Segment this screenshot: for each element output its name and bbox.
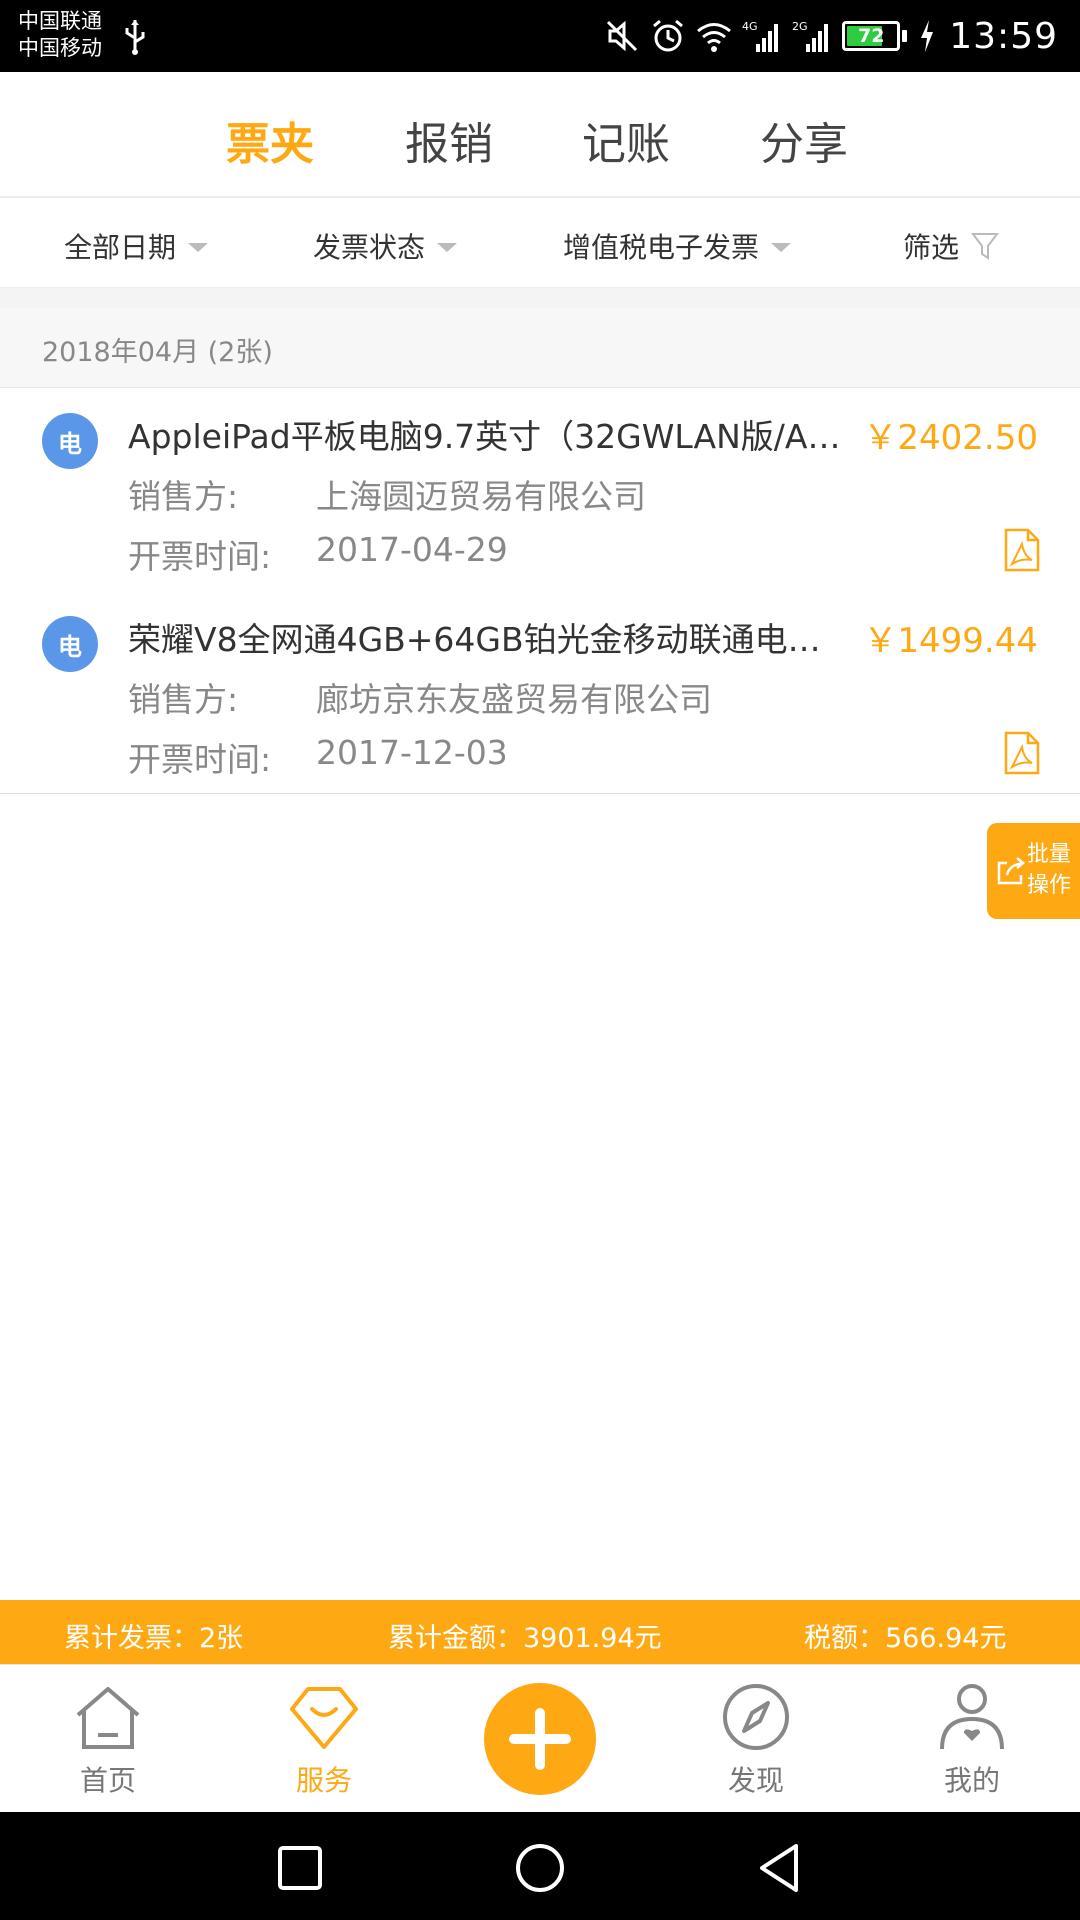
compass-icon xyxy=(723,1684,789,1750)
add-button[interactable] xyxy=(484,1683,596,1795)
seller-name: 上海圆迈贸易有限公司 xyxy=(316,477,646,516)
home-circle-icon[interactable] xyxy=(514,1842,566,1894)
tab-bookkeeping[interactable]: 记账 xyxy=(582,108,670,172)
back-icon[interactable] xyxy=(754,1842,806,1894)
invoice-item[interactable]: 电 荣耀V8全网通4GB+64GB铂光金移动联通电… ￥1499.44 销售方:… xyxy=(0,591,1080,794)
invoice-title: AppleiPad平板电脑9.7英寸（32GWLAN版/A… xyxy=(128,417,841,456)
issue-date-label: 开票时间: xyxy=(128,537,272,576)
type-filter-label: 增值税电子发票 xyxy=(563,231,760,264)
seller-label: 销售方: xyxy=(128,680,239,719)
plus-icon xyxy=(509,1708,571,1770)
filter-button[interactable]: 筛选 xyxy=(903,226,1000,266)
bottom-nav: 首页 服务 发现 我的 xyxy=(0,1664,1080,1812)
net-2-label: 2G xyxy=(792,20,808,33)
invoice-amount: ￥2402.50 xyxy=(863,418,1038,458)
chevron-down-icon xyxy=(771,242,792,252)
carrier-1: 中国联通 xyxy=(18,9,102,33)
section-gap xyxy=(0,288,1080,308)
issue-date-label: 开票时间: xyxy=(128,740,272,779)
tab-reimburse[interactable]: 报销 xyxy=(405,108,493,172)
recent-apps-icon[interactable] xyxy=(274,1842,326,1894)
electronic-invoice-badge: 电 xyxy=(42,413,98,469)
batch-operation-button[interactable]: 批量 操作 xyxy=(987,823,1080,919)
tab-share[interactable]: 分享 xyxy=(760,108,848,172)
status-filter-dropdown[interactable]: 发票状态 xyxy=(313,226,458,266)
seller-name: 廊坊京东友盛贸易有限公司 xyxy=(316,680,712,719)
funnel-icon xyxy=(971,233,1000,260)
battery-indicator: 72 xyxy=(842,21,908,51)
issue-date: 2017-12-03 xyxy=(316,733,508,772)
nav-discover[interactable]: 发现 xyxy=(686,1679,826,1799)
nav-home[interactable]: 首页 xyxy=(38,1679,178,1799)
invoice-title: 荣耀V8全网通4GB+64GB铂光金移动联通电… xyxy=(128,620,821,659)
nav-discover-label: 发现 xyxy=(727,1764,784,1797)
invoice-count-summary: 累计发票：2张 xyxy=(64,1623,244,1654)
nav-mine-label: 我的 xyxy=(943,1764,1000,1797)
system-nav-bar xyxy=(0,1812,1080,1920)
status-filter-label: 发票状态 xyxy=(313,231,426,264)
battery-level: 72 xyxy=(858,25,885,47)
signal-2g-icon: 2G xyxy=(792,20,829,52)
chevron-down-icon xyxy=(188,242,209,252)
clock: 13:59 xyxy=(949,15,1058,57)
alarm-icon xyxy=(653,19,684,52)
tab-ticket-folder[interactable]: 票夹 xyxy=(226,108,314,172)
seller-label: 销售方: xyxy=(128,477,239,516)
batch-label-line1: 批量 xyxy=(1027,842,1072,867)
top-tabs: 票夹 报销 记账 分享 xyxy=(0,72,1080,198)
invoice-amount: ￥1499.44 xyxy=(863,621,1038,661)
nav-service[interactable]: 服务 xyxy=(254,1679,394,1799)
chevron-down-icon xyxy=(437,242,458,252)
date-filter-label: 全部日期 xyxy=(64,231,177,264)
nav-home-label: 首页 xyxy=(79,1764,136,1797)
type-filter-dropdown[interactable]: 增值税电子发票 xyxy=(563,226,792,266)
service-icon xyxy=(290,1687,358,1749)
share-out-icon xyxy=(997,857,1025,885)
pdf-icon[interactable] xyxy=(1004,731,1040,775)
home-icon xyxy=(76,1687,140,1749)
issue-date: 2017-04-29 xyxy=(316,530,508,569)
nav-service-label: 服务 xyxy=(295,1764,352,1797)
pdf-icon[interactable] xyxy=(1004,528,1040,572)
electronic-invoice-badge: 电 xyxy=(42,616,98,672)
user-icon xyxy=(940,1684,1004,1750)
date-filter-dropdown[interactable]: 全部日期 xyxy=(64,226,209,266)
nav-mine[interactable]: 我的 xyxy=(902,1679,1042,1799)
month-header: 2018年04月 (2张) xyxy=(0,308,1080,388)
summary-bar: 累计发票：2张 累计金额：3901.94元 税额：566.94元 xyxy=(0,1600,1080,1664)
invoice-item[interactable]: 电 AppleiPad平板电脑9.7英寸（32GWLAN版/A… ￥2402.5… xyxy=(0,388,1080,592)
net-1-label: 4G xyxy=(742,20,758,33)
mute-icon xyxy=(607,20,638,52)
month-label: 2018年04月 (2张) xyxy=(42,337,273,368)
filter-label: 筛选 xyxy=(903,231,960,264)
total-amount-summary: 累计金额：3901.94元 xyxy=(388,1623,662,1654)
tax-amount-summary: 税额：566.94元 xyxy=(804,1623,1007,1654)
charging-icon xyxy=(921,20,934,52)
filter-bar: 全部日期 发票状态 增值税电子发票 筛选 xyxy=(0,200,1080,288)
carrier-info: 中国联通 中国移动 xyxy=(18,8,102,62)
batch-label-line2: 操作 xyxy=(1027,873,1072,898)
status-bar: 中国联通 中国移动 4G 2G 72 13:59 xyxy=(0,0,1080,72)
wifi-icon xyxy=(697,23,732,52)
usb-icon xyxy=(125,20,145,55)
carrier-2: 中国移动 xyxy=(18,36,102,60)
signal-4g-icon: 4G xyxy=(742,20,779,52)
